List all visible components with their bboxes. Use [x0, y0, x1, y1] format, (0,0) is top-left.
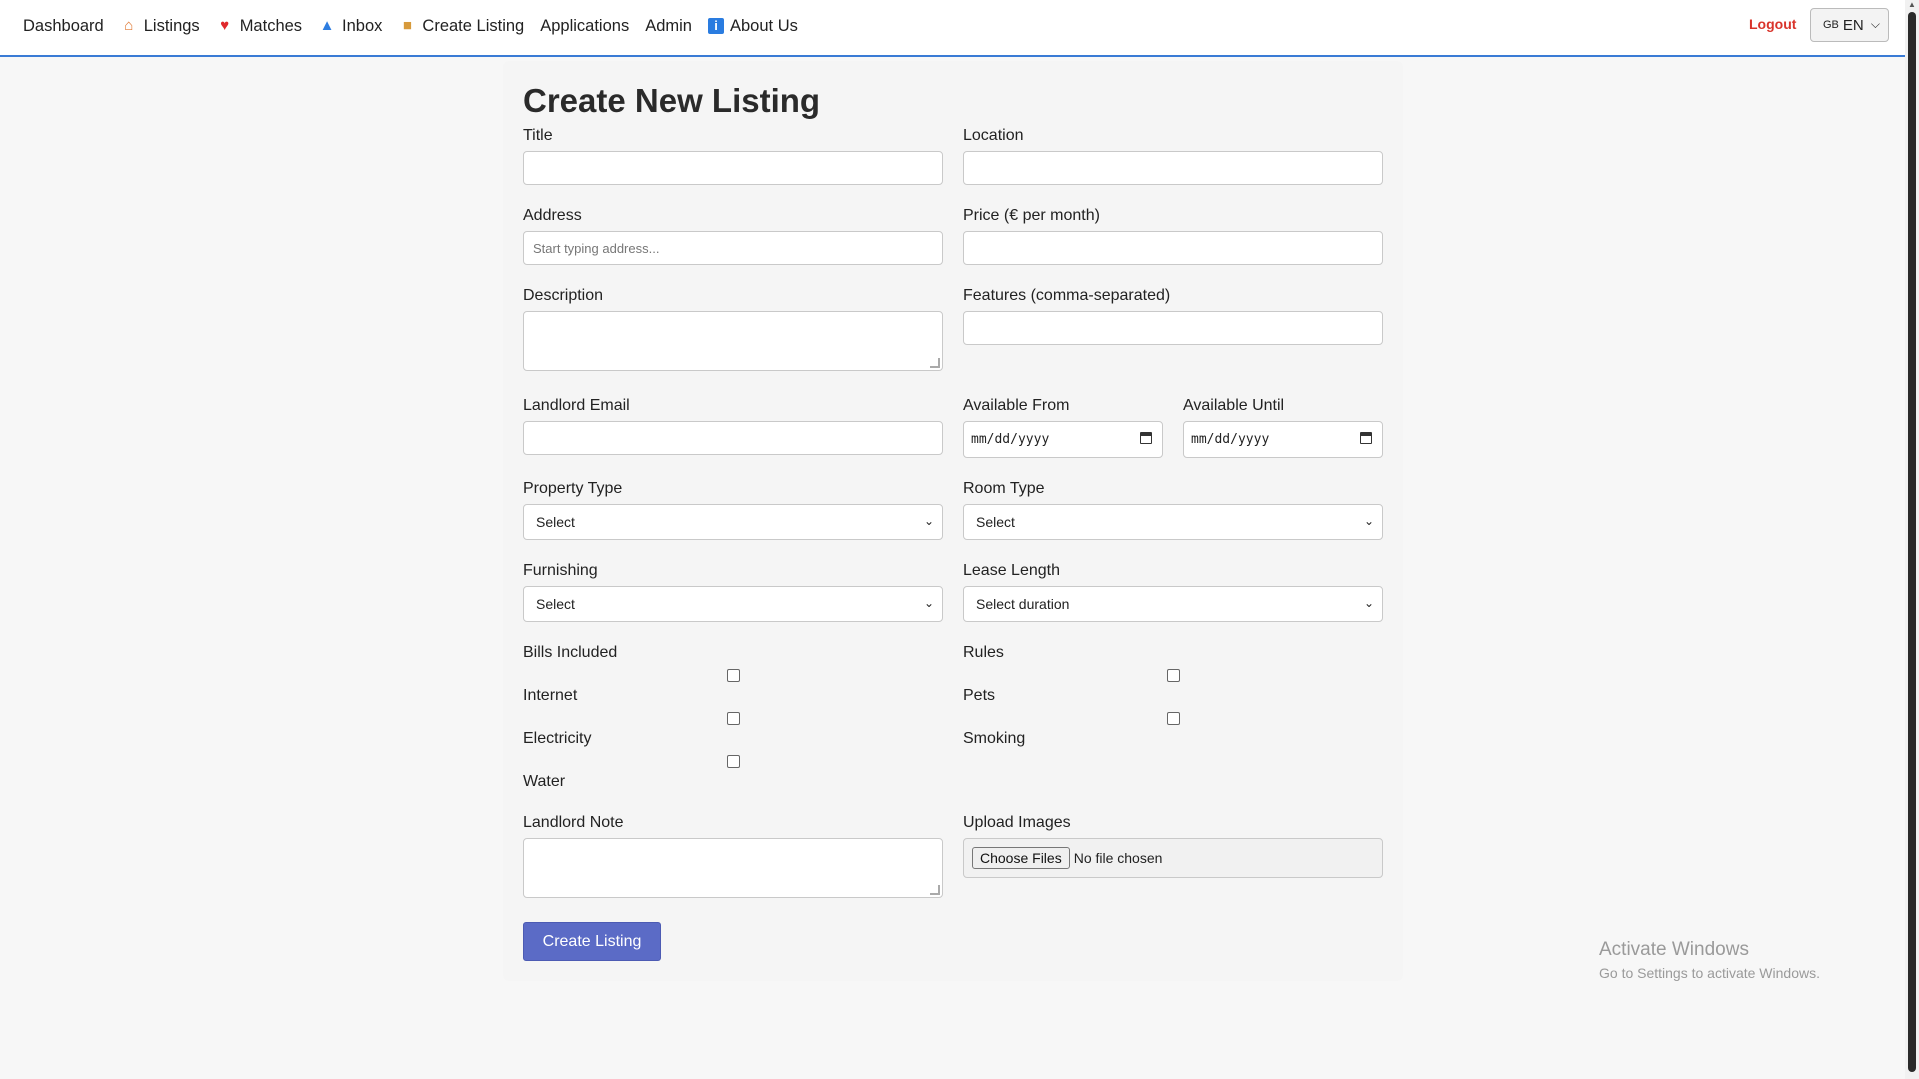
available-from-placeholder: mm/dd/yyyy	[971, 432, 1050, 447]
logout-link[interactable]: Logout	[1749, 16, 1796, 32]
electricity-checkbox[interactable]	[727, 755, 740, 768]
property-type-select[interactable]: Select ⌄	[523, 504, 943, 540]
title-label: Title	[523, 127, 553, 144]
location-input[interactable]	[963, 151, 1383, 185]
nav-admin-label: Admin	[645, 16, 692, 35]
room-type-value: Select	[976, 514, 1015, 530]
rules-checkbox[interactable]	[1167, 669, 1180, 682]
pets-label: Pets	[963, 687, 996, 704]
lease-length-select[interactable]: Select duration ⌄	[963, 586, 1383, 622]
features-input[interactable]	[963, 311, 1383, 345]
calendar-icon[interactable]	[1360, 432, 1372, 444]
rules-label: Rules	[963, 644, 1004, 661]
inbox-icon: ▲	[319, 17, 335, 34]
description-label: Description	[523, 287, 604, 304]
furnishing-value: Select	[536, 596, 575, 612]
property-type-value: Select	[536, 514, 575, 530]
address-input[interactable]: Start typing address...	[523, 231, 943, 265]
scroll-thumb[interactable]	[1908, 12, 1916, 1072]
furnishing-label: Furnishing	[523, 562, 598, 579]
nav-matches[interactable]: ♥ Matches	[216, 17, 302, 36]
nav-dashboard-label: Dashboard	[23, 16, 104, 35]
available-from-date[interactable]: mm/dd/yyyy	[963, 421, 1163, 458]
available-until-placeholder: mm/dd/yyyy	[1191, 432, 1270, 447]
create-listing-button[interactable]: Create Listing	[523, 922, 661, 961]
location-label: Location	[963, 127, 1024, 144]
upload-images-input[interactable]: Choose Files No file chosen	[963, 838, 1383, 878]
water-label: Water	[523, 773, 566, 790]
nav-listings-label: Listings	[143, 16, 200, 35]
nav-listings[interactable]: ⌂ Listings	[120, 16, 200, 36]
language-select[interactable]: GB EN ⌵	[1810, 8, 1889, 42]
flag-icon: GB	[1823, 19, 1839, 31]
page-scrollbar[interactable]: ▲	[1905, 0, 1919, 1079]
landlord-note-label: Landlord Note	[523, 814, 624, 831]
choose-files-button[interactable]: Choose Files	[972, 847, 1070, 869]
price-label: Price (€ per month)	[963, 207, 1100, 224]
language-value: EN	[1842, 16, 1864, 34]
landlord-note-textarea[interactable]	[523, 838, 943, 898]
resize-handle-icon[interactable]	[930, 885, 940, 895]
chevron-down-icon: ⌵	[1870, 17, 1880, 31]
heart-icon: ♥	[220, 17, 230, 34]
chevron-down-icon: ⌄	[1363, 596, 1374, 610]
bills-included-label: Bills Included	[523, 644, 618, 661]
nav-about-label: About Us	[730, 16, 798, 35]
pets-checkbox[interactable]	[1167, 712, 1180, 725]
nav-create-listing[interactable]: ■ Create Listing	[398, 17, 524, 36]
room-type-label: Room Type	[963, 480, 1045, 497]
nav-admin[interactable]: Admin	[645, 17, 692, 36]
nav-applications-label: Applications	[540, 16, 630, 35]
nav-matches-label: Matches	[239, 16, 303, 35]
package-icon: ■	[402, 17, 412, 34]
upload-images-label: Upload Images	[963, 814, 1071, 831]
lease-length-label: Lease Length	[963, 562, 1060, 579]
address-placeholder: Start typing address...	[533, 240, 660, 256]
scroll-up-arrow-icon[interactable]: ▲	[1908, 0, 1916, 9]
nav-about[interactable]: i About Us	[708, 17, 798, 36]
landlord-email-input[interactable]	[523, 421, 943, 455]
chevron-down-icon: ⌄	[1363, 514, 1374, 528]
available-until-label: Available Until	[1183, 397, 1285, 414]
room-type-select[interactable]: Select ⌄	[963, 504, 1383, 540]
landlord-email-label: Landlord Email	[523, 397, 630, 414]
property-type-label: Property Type	[523, 480, 623, 497]
available-until-date[interactable]: mm/dd/yyyy	[1183, 421, 1383, 458]
nav-applications[interactable]: Applications	[540, 17, 629, 36]
features-label: Features (comma-separated)	[963, 287, 1171, 304]
nav-dashboard[interactable]: Dashboard	[23, 17, 104, 36]
top-navbar: Dashboard ⌂ Listings ♥ Matches ▲ Inbox ■…	[0, 0, 1905, 57]
nav-inbox[interactable]: ▲ Inbox	[318, 16, 383, 36]
chevron-down-icon: ⌄	[923, 596, 934, 610]
description-textarea[interactable]	[523, 311, 943, 371]
internet-checkbox[interactable]	[727, 712, 740, 725]
smoking-label: Smoking	[963, 730, 1026, 747]
lease-length-value: Select duration	[976, 596, 1070, 612]
file-status: No file chosen	[1073, 850, 1163, 866]
activate-windows-subtitle: Go to Settings to activate Windows.	[1599, 965, 1820, 981]
title-input[interactable]	[523, 151, 943, 185]
resize-handle-icon[interactable]	[930, 358, 940, 368]
house-icon: ⌂	[124, 17, 134, 34]
info-icon: i	[708, 18, 724, 34]
available-from-label: Available From	[963, 397, 1070, 414]
nav-links: Dashboard ⌂ Listings ♥ Matches ▲ Inbox ■…	[23, 0, 814, 52]
internet-label: Internet	[523, 687, 578, 704]
nav-create-listing-label: Create Listing	[422, 16, 525, 35]
activate-windows-title: Activate Windows	[1599, 939, 1749, 960]
electricity-label: Electricity	[523, 730, 592, 747]
furnishing-select[interactable]: Select ⌄	[523, 586, 943, 622]
address-label: Address	[523, 207, 582, 224]
nav-inbox-label: Inbox	[342, 16, 383, 35]
bills-included-checkbox[interactable]	[727, 669, 740, 682]
calendar-icon[interactable]	[1140, 432, 1152, 444]
chevron-down-icon: ⌄	[923, 514, 934, 528]
price-input[interactable]	[963, 231, 1383, 265]
page-title: Create New Listing	[523, 82, 821, 119]
